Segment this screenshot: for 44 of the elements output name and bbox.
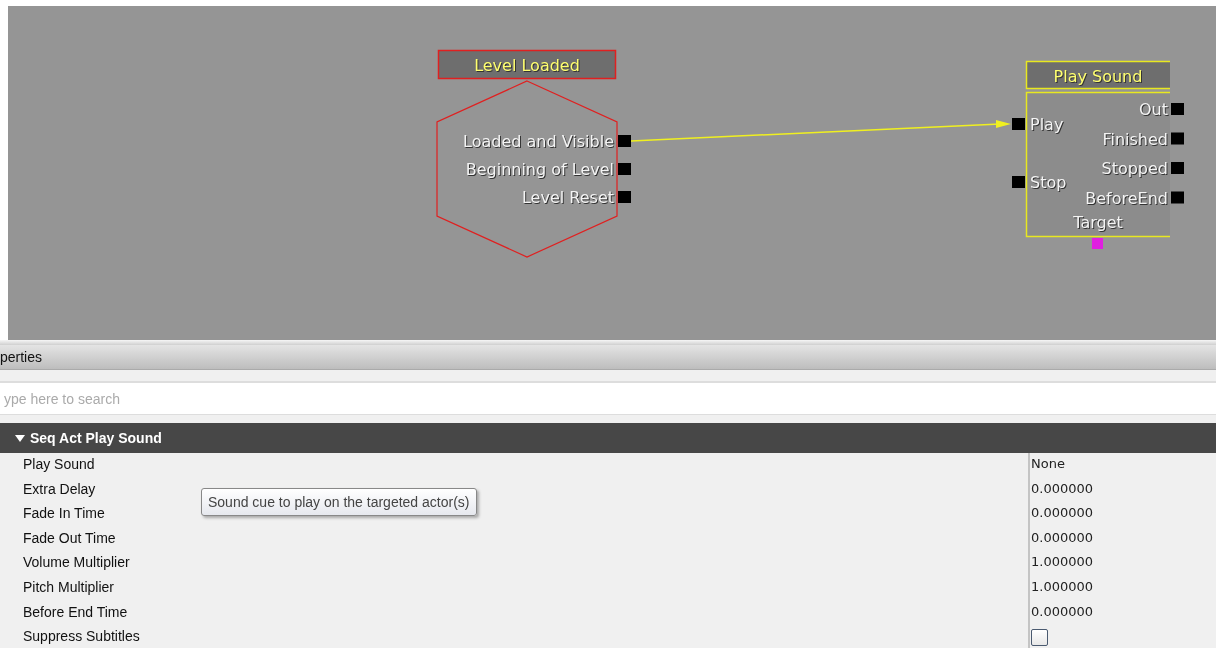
input-label: Play	[1030, 115, 1064, 134]
output-label: Stopped	[1101, 159, 1168, 178]
output-label: Beginning of Level	[465, 160, 614, 179]
property-label: Fade Out Time	[23, 529, 116, 546]
panel-title: perties	[0, 349, 43, 365]
property-value[interactable]: 1.000000	[1031, 554, 1094, 570]
property-label: Before End Time	[23, 603, 128, 620]
action-node[interactable]	[1025, 60, 1171, 238]
output-connector[interactable]	[618, 191, 631, 203]
variable-label: Target	[1073, 213, 1123, 232]
input-connector[interactable]	[1012, 176, 1025, 188]
input-connector[interactable]	[1012, 118, 1025, 130]
output-connector[interactable]	[1171, 162, 1184, 174]
output-label: Loaded and Visible	[463, 132, 614, 151]
output-connector[interactable]	[618, 163, 631, 175]
output-connector[interactable]	[1171, 103, 1184, 115]
property-label: Pitch Multiplier	[23, 578, 115, 595]
link-arrow[interactable]	[630, 120, 1011, 142]
checkbox[interactable]	[1031, 629, 1048, 647]
expand-arrow-icon	[14, 433, 26, 443]
property-label: Extra Delay	[23, 480, 96, 497]
output-label: Finished	[1102, 129, 1168, 149]
property-value[interactable]: 1.000000	[1031, 578, 1094, 594]
property-value[interactable]: 0.000000	[1031, 603, 1094, 619]
variable-connector[interactable]	[1092, 238, 1103, 249]
property-label: Suppress Subtitles	[23, 628, 140, 645]
event-node[interactable]	[436, 49, 618, 258]
input-label: Stop	[1030, 173, 1067, 192]
output-label: Level Reset	[522, 188, 614, 207]
property-label: Fade In Time	[23, 505, 105, 522]
tooltip: Sound cue to play on the targeted actor(s)	[201, 488, 477, 516]
search-field[interactable]: ype here to search	[0, 383, 1216, 414]
property-label: Play Sound	[23, 456, 95, 472]
property-value[interactable]: None	[1031, 456, 1065, 471]
output-label: BeforeEnd	[1085, 188, 1168, 208]
category-header[interactable]: Seq Act Play Sound	[0, 423, 1216, 453]
node-title: Play Sound	[1053, 67, 1143, 86]
property-value[interactable]: 0.000000	[1031, 505, 1094, 521]
property-label: Volume Multiplier	[23, 554, 130, 571]
property-value[interactable]: 0.000000	[1031, 480, 1094, 496]
property-value[interactable]: 0.000000	[1031, 529, 1094, 545]
node-title: Level Loaded	[474, 56, 580, 75]
output-label: Out	[1139, 100, 1168, 119]
output-connector[interactable]	[618, 135, 631, 147]
